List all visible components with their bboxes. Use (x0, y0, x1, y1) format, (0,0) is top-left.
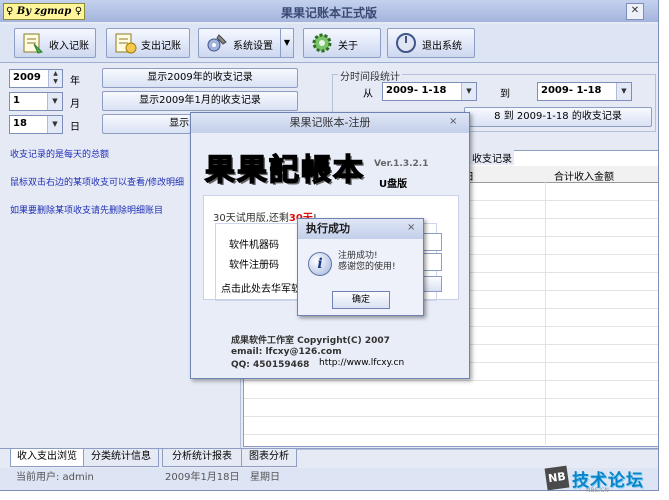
show-range-button[interactable]: 8 到 2009-1-18 的收支记录 (464, 107, 652, 127)
to-label: 到 (500, 89, 510, 100)
income-button[interactable]: 收入记账 (14, 28, 96, 58)
tip-double-click: 鼠标双击右边的某项收支可以查看/修改明细 (10, 178, 185, 188)
to-date-value: 2009- 1-18 (541, 85, 602, 96)
site-watermark: NB 技术论坛 NBS.CN (544, 465, 666, 496)
success-message-line1: 注册成功! (338, 251, 378, 261)
toolbar: 收入记账 支出记账 系统设置 ▼ 关于 退出系统 (0, 24, 658, 63)
settings-dropdown-button[interactable]: ▼ (280, 28, 294, 58)
register-close-button[interactable]: × (449, 116, 457, 127)
tab-browse[interactable]: 收入支出浏览 (10, 449, 84, 467)
from-date-picker[interactable]: 2009- 1-18 ▼ (382, 82, 477, 101)
tab-category-stats[interactable]: 分类统计信息 (83, 449, 159, 467)
settings-button[interactable]: 系统设置 (198, 28, 282, 58)
contact-qq: QQ: 450159468 (231, 360, 310, 370)
window-close-button[interactable]: ✕ (626, 3, 644, 20)
bottom-tabs: 收入支出浏览 分类统计信息 分析统计报表 图表分析 (0, 448, 658, 467)
from-date-value: 2009- 1-18 (386, 85, 447, 96)
tab-analysis-report[interactable]: 分析统计报表 (162, 449, 242, 467)
exit-icon (396, 33, 416, 53)
status-user: 当前用户: admin (16, 472, 94, 483)
year-unit: 年 (70, 76, 80, 87)
app-logo: 果果記帳本 (204, 152, 365, 189)
version-label: Ver.1.3.2.1 (374, 159, 429, 169)
grid-row-line (244, 380, 658, 381)
range-group-label: 分时间段统计 (338, 68, 402, 83)
success-close-button[interactable]: × (407, 222, 415, 233)
register-code-field[interactable] (422, 253, 442, 271)
grid-col-income[interactable]: 合计收入金额 (554, 168, 614, 183)
register-submit-button[interactable] (422, 276, 442, 292)
exit-label: 退出系统 (422, 41, 462, 52)
success-message-line2: 感谢您的使用! (338, 262, 396, 272)
year-spin-arrows[interactable]: ▲ ▼ (48, 70, 62, 87)
from-label: 从 (363, 89, 373, 100)
window-title: 果果记账本正式版 (280, 6, 377, 20)
grid-row-line (244, 398, 658, 399)
to-date-picker[interactable]: 2009- 1-18 ▼ (537, 82, 632, 101)
info-icon: i (308, 252, 332, 276)
show-month-button[interactable]: 显示2009年1月的收支记录 (102, 91, 298, 111)
success-dialog-title: 执行成功 (298, 219, 423, 239)
tools-icon (207, 34, 227, 52)
title-bar: ♀ By zgmap ♀ 果果记账本正式版 ✕ (0, 0, 658, 22)
month-unit: 月 (70, 99, 80, 110)
machine-code-label: 软件机器码 (229, 240, 279, 251)
income-icon (23, 33, 43, 54)
year-value: 2009 (13, 72, 41, 83)
month-value: 1 (13, 95, 20, 106)
machine-code-field[interactable] (422, 233, 442, 251)
day-unit: 日 (70, 122, 80, 133)
exit-button[interactable]: 退出系统 (387, 28, 475, 58)
show-year-button[interactable]: 显示2009年的收支记录 (102, 68, 298, 88)
day-select[interactable]: 18 ▼ (9, 115, 63, 134)
buy-link[interactable]: 点击此处去华军软 (221, 280, 301, 295)
success-dialog: 执行成功 × i 注册成功! 感谢您的使用! 确定 (297, 218, 424, 316)
from-date-arrow[interactable]: ▼ (461, 83, 476, 100)
grid-row-line (244, 416, 658, 417)
gear-icon (312, 33, 332, 53)
year-spinner[interactable]: 2009 ▲ ▼ (9, 69, 63, 88)
day-value: 18 (13, 118, 27, 129)
about-button[interactable]: 关于 (303, 28, 381, 58)
day-dropdown-arrow[interactable]: ▼ (47, 116, 62, 133)
watermark-logo: NB (544, 465, 570, 491)
expense-button[interactable]: 支出记账 (106, 28, 190, 58)
to-date-arrow[interactable]: ▼ (616, 83, 631, 100)
contact-email: email: lfcxy@126.com (231, 347, 342, 357)
expense-label: 支出记账 (141, 41, 181, 52)
grid-row-line (244, 434, 658, 435)
tip-delete: 如果要删除某项收支请先删除明细账目 (10, 206, 164, 216)
about-label: 关于 (338, 41, 358, 52)
tab-chart[interactable]: 图表分析 (241, 449, 297, 467)
edition-label: U盘版 (379, 179, 408, 190)
register-code-label: 软件注册码 (229, 260, 279, 271)
month-select[interactable]: 1 ▼ (9, 92, 63, 111)
grid-col-divider (545, 182, 546, 445)
tip-daily-total: 收支记录的是每天的总额 (10, 150, 110, 160)
main-window: ♀ By zgmap ♀ 果果记账本正式版 ✕ 收入记账 支出记账 系统设置 ▼… (0, 0, 659, 491)
month-dropdown-arrow[interactable]: ▼ (47, 93, 62, 110)
records-caption: 收支记录 (470, 150, 514, 165)
income-label: 收入记账 (49, 41, 89, 52)
tips-panel: 收支记录的是每天的总额 鼠标双击右边的某项收支可以查看/修改明细 如果要删除某项… (10, 148, 190, 232)
ok-button[interactable]: 确定 (332, 291, 390, 309)
expense-icon (115, 33, 137, 54)
status-weekday: 星期日 (250, 472, 280, 483)
status-date: 2009年1月18日 (165, 472, 240, 483)
success-message: 注册成功! 感谢您的使用! (338, 251, 396, 273)
register-dialog-title: 果果记账本-注册 (191, 113, 469, 133)
studio-copyright: 成果软件工作室 Copyright(C) 2007 (231, 336, 390, 346)
settings-label: 系统设置 (233, 41, 273, 52)
website-link[interactable]: http://www.lfcxy.cn (319, 358, 404, 368)
watermark-domain: NBS.CN (586, 487, 609, 494)
